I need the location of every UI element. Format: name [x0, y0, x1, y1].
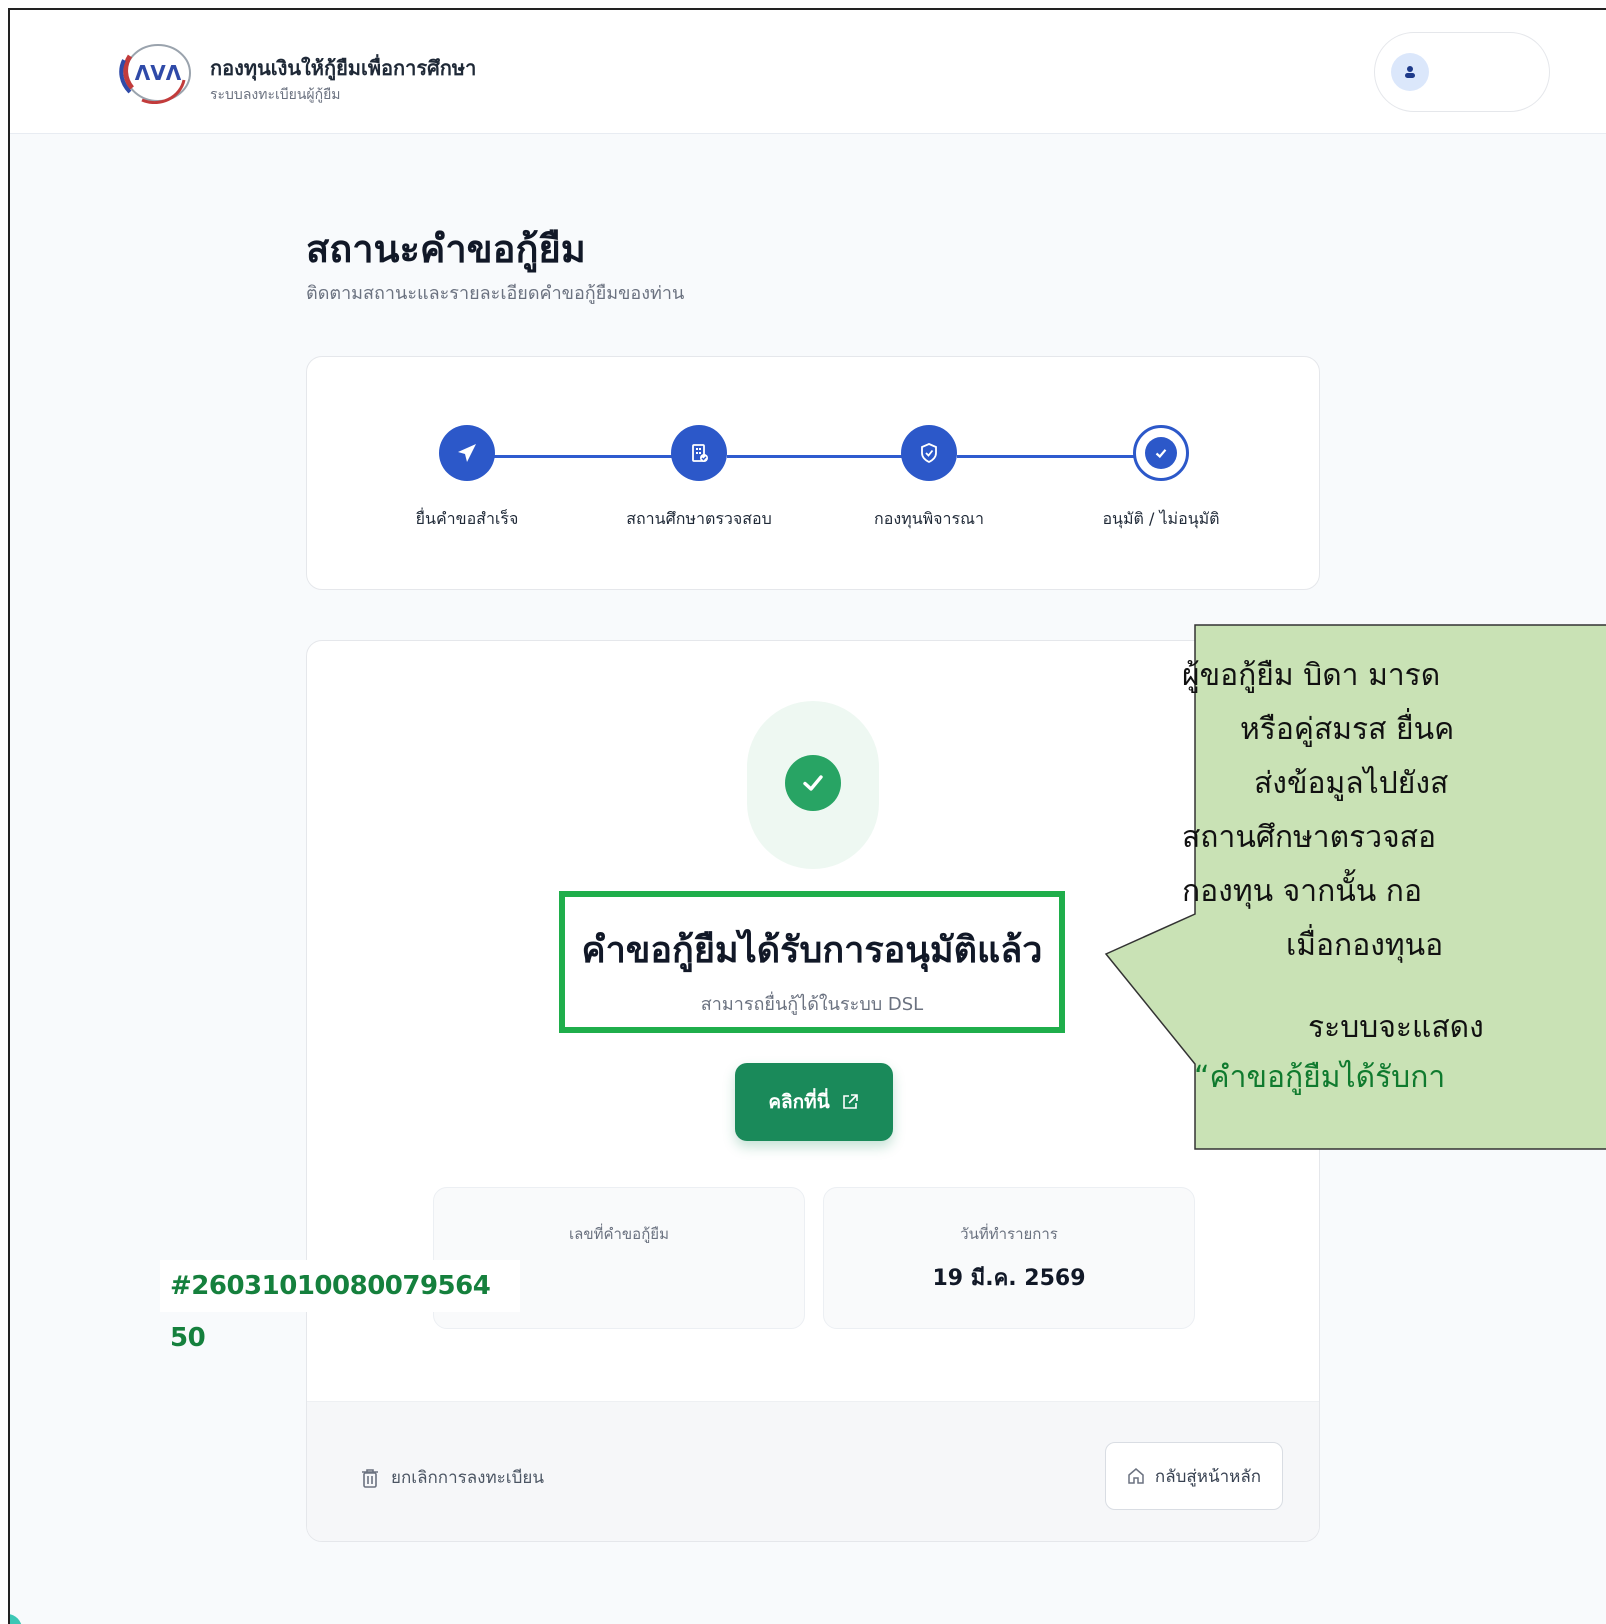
request-number-value: #26031010080079564 50: [160, 1260, 520, 1353]
request-number-label: เลขที่คำขอกู้ยืม: [569, 1225, 669, 1243]
dsl-link-label: คลิกที่นี่: [768, 1091, 830, 1113]
brand-title: กองทุนเงินให้กู้ยืมเพื่อการศึกษา: [210, 56, 477, 80]
step-decision: อนุมัติ / ไม่อนุมัติ: [1071, 425, 1251, 532]
step-label: อนุมัติ / ไม่อนุมัติ: [1102, 509, 1220, 528]
transaction-date-value: 19 มี.ค. 2569: [932, 1266, 1086, 1291]
approval-highlight-box: คำขอกู้ยืมได้รับการอนุมัติแล้ว สามารถยื่…: [559, 891, 1065, 1033]
transaction-date-label: วันที่ทำรายการ: [960, 1225, 1058, 1243]
callout-line: ระบบจะแสดง: [1308, 1010, 1484, 1045]
dsl-link-button[interactable]: คลิกที่นี่: [735, 1063, 893, 1141]
callout-line: สถานศึกษาตรวจสอ: [1182, 820, 1437, 855]
check-circle-icon: [1133, 425, 1189, 481]
transaction-date-box: วันที่ทำรายการ 19 มี.ค. 2569: [823, 1187, 1195, 1329]
page-title: สถานะคำขอกู้ยืม: [306, 227, 586, 271]
approval-subtitle: สามารถยื่นกู้ได้ในระบบ DSL: [700, 994, 924, 1015]
top-bar: ΛVΛ กองทุนเงินให้กู้ยืมเพื่อการศึกษา ระบ…: [10, 10, 1606, 134]
user-menu-button[interactable]: [1374, 32, 1550, 112]
svg-text:ΛVΛ: ΛVΛ: [135, 61, 182, 85]
status-stepper: ยื่นคำขอสำเร็จ สถานศึกษาตรวจสอบ กองทุนพิ…: [306, 356, 1320, 590]
card-footer: ยกเลิกการลงทะเบียน กลับสู่หน้าหลัก: [307, 1401, 1319, 1541]
step-label: ยื่นคำขอสำเร็จ: [415, 509, 519, 528]
step-label: กองทุนพิจารณา: [874, 509, 984, 528]
callout-line: หรือคู่สมรส ยื่นค: [1240, 712, 1455, 747]
corner-decoration: [10, 1614, 22, 1624]
shield-check-icon: [901, 425, 957, 481]
approval-title: คำขอกู้ยืมได้รับการอนุมัติแล้ว: [581, 930, 1043, 971]
external-link-icon: [842, 1094, 858, 1109]
step-label: สถานศึกษาตรวจสอบ: [626, 509, 772, 528]
step-submitted: ยื่นคำขอสำเร็จ: [377, 425, 557, 532]
user-avatar-icon: [1391, 53, 1429, 91]
callout-line: “คำขอกู้ยืมได้รับกา: [1194, 1060, 1446, 1095]
step-institution-review: สถานศึกษาตรวจสอบ: [609, 425, 789, 532]
success-check-icon: [785, 755, 841, 811]
back-home-label: กลับสู่หน้าหลัก: [1154, 1466, 1262, 1487]
paper-plane-icon: [439, 425, 495, 481]
page-subtitle: ติดตามสถานะและรายละเอียดคำขอกู้ยืมของท่า…: [306, 283, 685, 304]
brand-subtitle: ระบบลงทะเบียนผู้กู้ยืม: [210, 87, 341, 103]
cancel-registration-label: ยกเลิกการลงทะเบียน: [391, 1468, 544, 1488]
building-check-icon: [671, 425, 727, 481]
trash-icon: [362, 1468, 378, 1488]
callout-line: กองทุน จากนั้น กอ: [1182, 874, 1422, 909]
step-fund-review: กองทุนพิจารณา: [839, 425, 1019, 532]
cancel-registration-button[interactable]: ยกเลิกการลงทะเบียน: [361, 1464, 544, 1491]
callout-line: ผู้ขอกู้ยืม บิดา มารด: [1182, 658, 1441, 693]
home-icon: [1128, 1468, 1144, 1484]
callout-line: ส่งข้อมูลไปยังส: [1254, 766, 1449, 801]
app-frame: ΛVΛ กองทุนเงินให้กู้ยืมเพื่อการศึกษา ระบ…: [8, 8, 1606, 1624]
fund-logo-icon[interactable]: ΛVΛ: [118, 40, 194, 104]
callout-text: ผู้ขอกู้ยืม บิดา มารด หรือคู่สมรส ยื่นค …: [1150, 624, 1606, 1148]
back-home-button[interactable]: กลับสู่หน้าหลัก: [1105, 1442, 1283, 1510]
callout-line: เมื่อกองทุนอ: [1286, 928, 1444, 963]
